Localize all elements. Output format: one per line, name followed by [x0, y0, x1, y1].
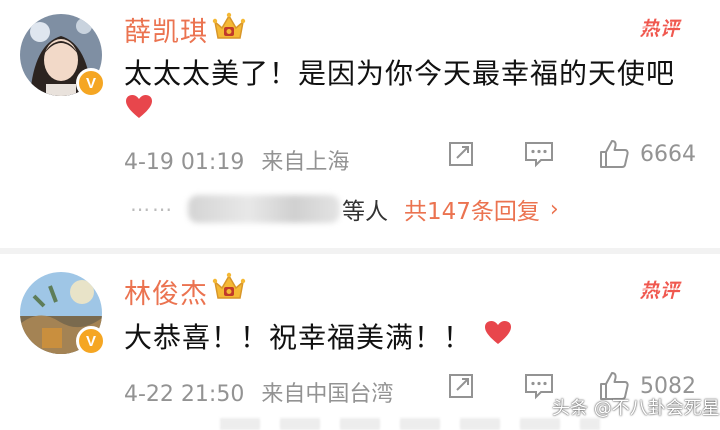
comment-meta: 4-19 01:19 来自上海 [124, 144, 349, 176]
verified-v-icon: V [76, 326, 106, 356]
crown-vip-icon [212, 272, 246, 299]
avatar[interactable]: V [20, 14, 106, 98]
comment-meta: 4-22 21:50 来自中国台湾 [124, 376, 393, 408]
comment-icon [525, 142, 553, 168]
share-button[interactable] [448, 372, 476, 400]
share-button[interactable] [448, 140, 476, 168]
comment-button[interactable] [524, 372, 554, 400]
watermark: 头条 @不八卦会死星人 [552, 398, 720, 419]
chevron-right-icon: › [549, 196, 559, 222]
blurred-reply-names [188, 195, 340, 223]
crown-vip-icon [212, 12, 246, 39]
share-icon [449, 142, 473, 166]
reply-dots: ⋯⋯ [130, 197, 174, 221]
hot-comment-label: 热评 [640, 276, 690, 302]
reply-summary[interactable]: ⋯⋯ 等人 共147条回复 › [130, 192, 559, 226]
verified-v-icon: V [76, 68, 106, 98]
cropped-next-line [220, 418, 600, 430]
comment-item-1: V 薛凯琪 热评 太太太美了！是因为你今天最幸福的天使吧 4-19 01:19 … [0, 0, 720, 250]
username[interactable]: 林俊杰 [124, 272, 208, 311]
hot-comment-label: 热评 [640, 14, 690, 40]
username[interactable]: 薛凯琪 [124, 10, 208, 49]
reply-total[interactable]: 共147条回复 [404, 192, 540, 226]
like-icon [600, 140, 629, 168]
location: 来自上海 [261, 150, 350, 175]
timestamp: 4-22 21:50 [124, 382, 245, 407]
like-count: 6664 [640, 141, 696, 167]
avatar[interactable]: V [20, 272, 106, 356]
heart-icon [485, 321, 511, 344]
comment-text: 大恭喜！！祝幸福美满！！ [124, 316, 472, 356]
comment-text: 太太太美了！是因为你今天最幸福的天使吧 [124, 57, 676, 90]
reply-others: 等人 [342, 199, 388, 225]
heart-icon [126, 95, 152, 118]
location: 来自中国台湾 [261, 382, 394, 407]
share-icon [449, 374, 473, 398]
like-button[interactable]: 6664 [598, 138, 696, 170]
comment-text-content: 大恭喜！！祝幸福美满！！ [124, 321, 473, 354]
comment-button[interactable] [524, 140, 554, 168]
timestamp: 4-19 01:19 [124, 150, 245, 175]
comment-icon [525, 374, 553, 400]
